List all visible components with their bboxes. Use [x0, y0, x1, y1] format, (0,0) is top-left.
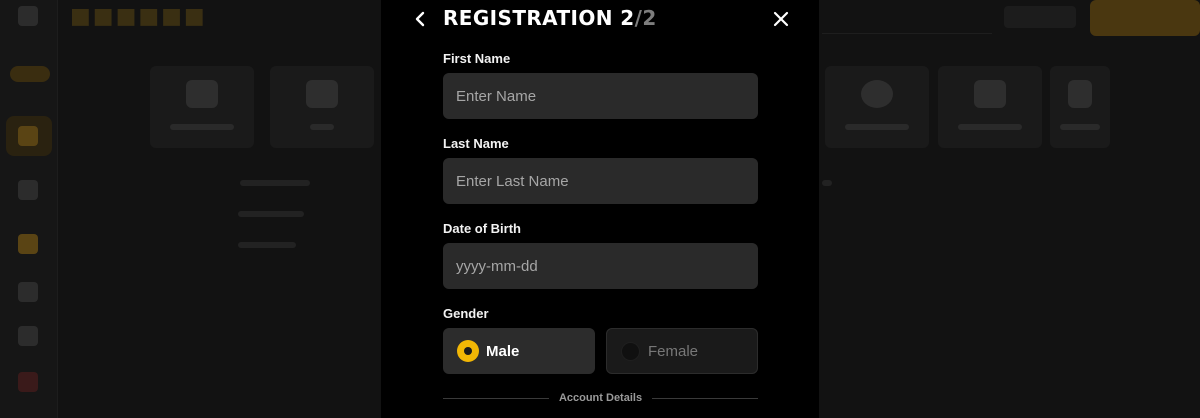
- background-search: [822, 0, 992, 34]
- last-name-label: Last Name: [443, 136, 509, 151]
- date-of-birth-label: Date of Birth: [443, 221, 521, 236]
- menu-icon: [18, 6, 38, 26]
- background-signup-button: [1090, 0, 1200, 36]
- sidebar-icon: [18, 326, 38, 346]
- background-tile: [1050, 66, 1110, 148]
- close-button[interactable]: [768, 7, 794, 31]
- background-sidebar-badge: [10, 66, 50, 82]
- gender-option-female[interactable]: Female: [606, 328, 758, 374]
- background-logo: ■■■■■■: [70, 4, 207, 29]
- radio-selected-icon: [457, 340, 479, 362]
- background-tile: [938, 66, 1042, 148]
- sidebar-icon: [18, 126, 38, 146]
- first-name-label: First Name: [443, 51, 511, 66]
- account-details-divider: Account Details: [443, 390, 759, 406]
- close-icon: [773, 11, 789, 27]
- background-text-line: [240, 180, 310, 186]
- sidebar-icon: [18, 282, 38, 302]
- gender-option-label: Female: [648, 342, 699, 360]
- background-text-line: [238, 211, 304, 217]
- back-button[interactable]: [408, 8, 432, 30]
- step-current: 2: [620, 6, 635, 30]
- background-text-line: [238, 242, 296, 248]
- background-login-button: [1004, 6, 1076, 28]
- background-tile: [825, 66, 929, 148]
- background-tile: [150, 66, 254, 148]
- gender-option-label: Male: [486, 342, 520, 360]
- sidebar-icon: [18, 234, 38, 254]
- first-name-input[interactable]: [443, 73, 758, 119]
- gender-option-male[interactable]: Male: [443, 328, 595, 374]
- sidebar-icon: [18, 372, 38, 392]
- date-of-birth-input[interactable]: [443, 243, 758, 289]
- gender-label: Gender: [443, 306, 489, 321]
- radio-unselected-icon: [621, 341, 640, 361]
- background-tile: [270, 66, 374, 148]
- divider-rule: [443, 397, 549, 399]
- last-name-input[interactable]: [443, 158, 758, 204]
- background-sidebar: [0, 0, 58, 418]
- background-text-line: [822, 180, 832, 186]
- sidebar-icon: [18, 180, 38, 200]
- divider-rule: [652, 397, 759, 399]
- modal-title-text: REGISTRATION: [443, 6, 613, 30]
- chevron-left-icon: [415, 11, 425, 27]
- section-heading: Account Details: [558, 392, 643, 404]
- step-total: 2: [642, 6, 657, 30]
- modal-title: REGISTRATION 2/2: [443, 6, 657, 30]
